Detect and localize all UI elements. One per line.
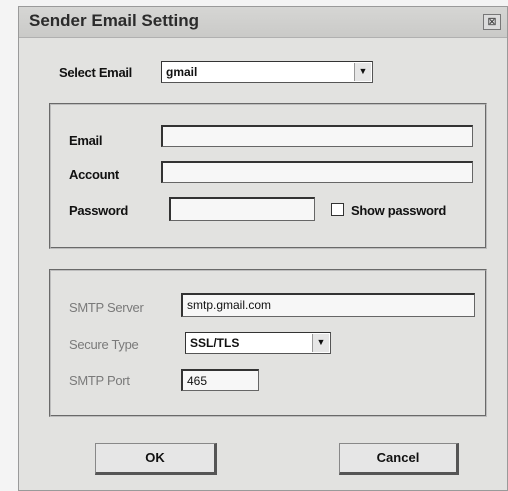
smtp-port-label: SMTP Port [69, 373, 130, 388]
smtp-server-label: SMTP Server [69, 300, 144, 315]
show-password-checkbox[interactable] [331, 203, 344, 216]
smtp-port-field[interactable]: 465 [181, 369, 259, 391]
select-email-dropdown[interactable]: gmail ▼ [161, 61, 373, 83]
cancel-button[interactable]: Cancel [339, 443, 459, 475]
account-label: Account [69, 167, 119, 182]
password-label: Password [69, 203, 129, 218]
smtp-port-value: 465 [187, 374, 208, 388]
account-field[interactable] [161, 161, 473, 183]
smtp-server-field[interactable]: smtp.gmail.com [181, 293, 475, 317]
secure-type-value: SSL/TLS [190, 336, 240, 350]
chevron-down-icon[interactable]: ▼ [354, 63, 371, 81]
dialog-title: Sender Email Setting [29, 11, 200, 30]
password-field[interactable] [169, 197, 315, 221]
sender-email-setting-dialog: Sender Email Setting ⊠ Select Email gmai… [18, 6, 508, 491]
chevron-down-icon[interactable]: ▼ [312, 334, 329, 352]
email-field[interactable] [161, 125, 473, 147]
title-bar: Sender Email Setting ⊠ [19, 7, 507, 38]
close-icon[interactable]: ⊠ [483, 14, 501, 30]
secure-type-dropdown[interactable]: SSL/TLS ▼ [185, 332, 331, 354]
show-password-label[interactable]: Show password [351, 203, 446, 218]
secure-type-label: Secure Type [69, 337, 139, 352]
ok-button[interactable]: OK [95, 443, 217, 475]
smtp-server-value: smtp.gmail.com [187, 298, 272, 312]
select-email-label: Select Email [59, 65, 132, 80]
email-label: Email [69, 133, 103, 148]
select-email-value: gmail [166, 65, 198, 79]
